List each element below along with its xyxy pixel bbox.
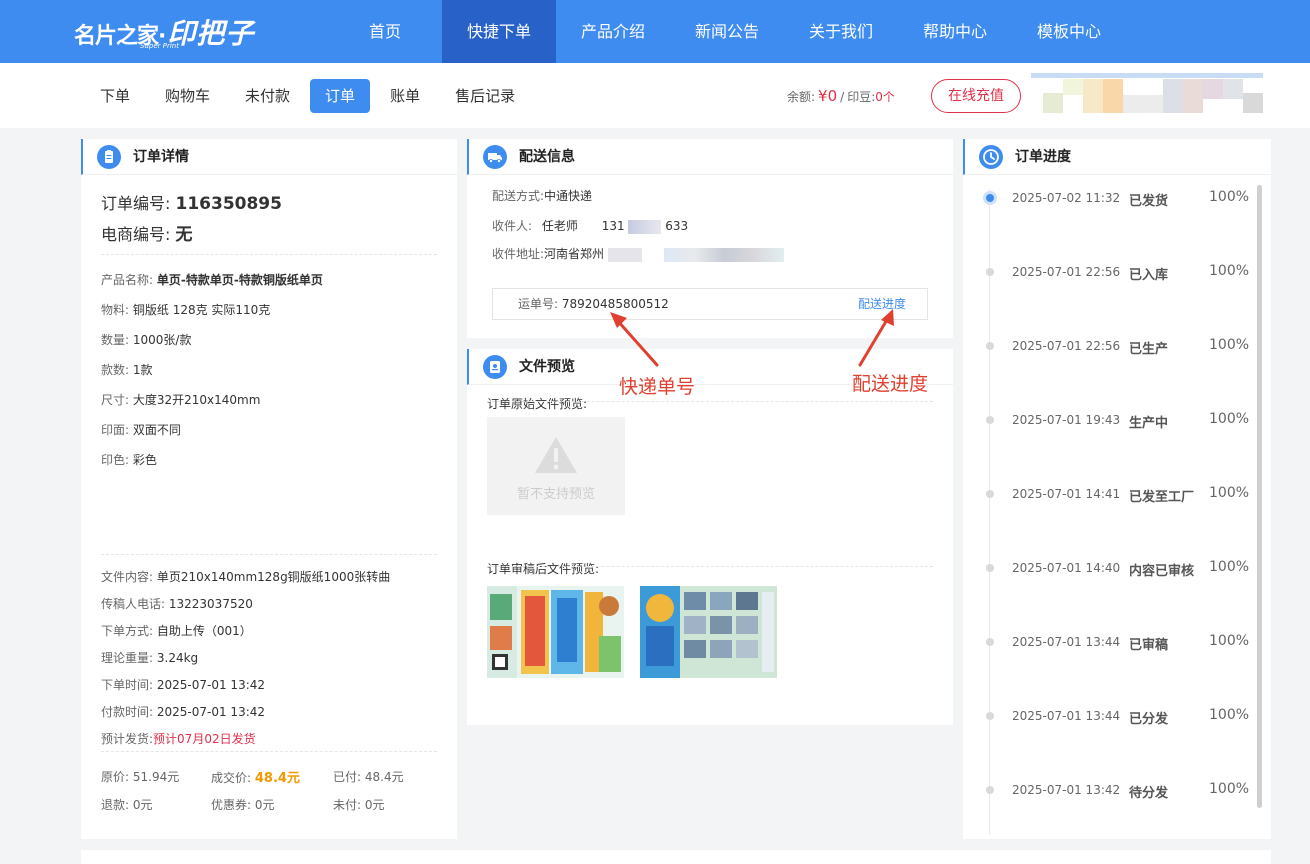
progress-scrollbar[interactable]	[1257, 185, 1262, 808]
progress-time: 2025-07-01 14:40	[1012, 561, 1121, 575]
progress-percent: 100%	[1209, 411, 1250, 427]
timeline-dot	[986, 416, 994, 424]
progress-time: 2025-07-01 19:43	[1012, 413, 1121, 427]
progress-time: 2025-07-01 22:56	[1012, 265, 1121, 279]
progress-time: 2025-07-01 13:42	[1012, 783, 1121, 797]
order-progress-header: 订单进度	[963, 139, 1271, 175]
annotation-tracking-number: 快递单号	[619, 376, 696, 398]
annotation-delivery-progress: 配送进度	[852, 373, 929, 395]
timeline-line	[989, 189, 990, 835]
progress-percent: 100%	[1209, 189, 1250, 205]
progress-status: 已分发	[1129, 712, 1169, 727]
timeline-dot	[986, 712, 994, 720]
timeline-dot	[986, 490, 994, 498]
order-progress-title: 订单进度	[1015, 149, 1071, 165]
progress-time: 2025-07-01 13:44	[1012, 709, 1121, 723]
timeline-dot	[986, 268, 994, 276]
progress-percent: 100%	[1209, 559, 1250, 575]
progress-time: 2025-07-02 11:32	[1012, 191, 1121, 205]
progress-percent: 100%	[1209, 337, 1250, 353]
progress-status: 已生产	[1129, 342, 1169, 357]
progress-status: 内容已审核	[1129, 564, 1195, 579]
progress-percent: 100%	[1209, 485, 1250, 501]
progress-percent: 100%	[1209, 633, 1250, 649]
timeline-dot	[986, 786, 994, 794]
progress-status: 生产中	[1129, 416, 1169, 431]
progress-percent: 100%	[1209, 263, 1250, 279]
timeline-dot	[986, 638, 994, 646]
timeline-dot-active	[986, 194, 994, 202]
progress-percent: 100%	[1209, 707, 1250, 723]
progress-status: 已审稿	[1129, 638, 1169, 653]
progress-time: 2025-07-01 13:44	[1012, 635, 1121, 649]
progress-percent: 100%	[1209, 781, 1250, 797]
clock-icon	[979, 145, 1003, 169]
progress-status: 已发货	[1129, 194, 1169, 209]
progress-status: 已发至工厂	[1129, 490, 1195, 505]
order-progress-panel: 订单进度 2025-07-02 11:32 已发货 100% 2025-07-0…	[963, 139, 1271, 839]
progress-time: 2025-07-01 22:56	[1012, 339, 1121, 353]
timeline-dot	[986, 342, 994, 350]
progress-status: 待分发	[1129, 786, 1169, 801]
progress-status: 已入库	[1129, 268, 1169, 283]
next-section-edge	[81, 850, 1271, 864]
progress-time: 2025-07-01 14:41	[1012, 487, 1121, 501]
timeline-dot	[986, 564, 994, 572]
